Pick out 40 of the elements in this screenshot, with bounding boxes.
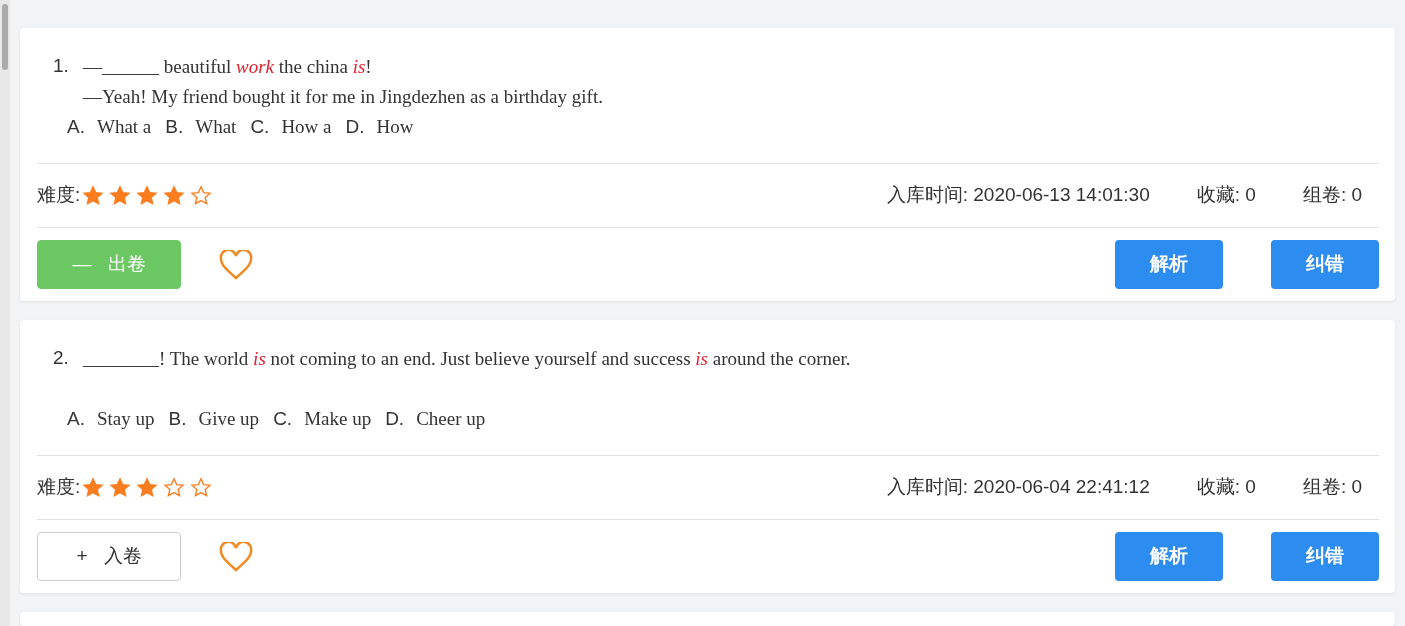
favorite-icon[interactable]	[219, 249, 253, 280]
difficulty-label: 难度:	[37, 183, 81, 208]
remove-from-paper-button[interactable]: — 出卷	[37, 240, 181, 289]
empty-star-icon	[163, 476, 186, 499]
star-icon	[82, 476, 105, 499]
question-number: 1.	[53, 54, 70, 78]
answer-option: C. How a	[250, 112, 332, 142]
answer-option: D. Cheer up	[385, 404, 486, 434]
question-text: ________! The world is not coming to an end. Just believe yourself and success is around the corner.	[83, 347, 851, 371]
answer-option: D. How	[345, 112, 414, 142]
added-time: 入库时间: 2020-06-13 14:01:30	[886, 183, 1150, 208]
favorite-icon[interactable]	[219, 541, 253, 572]
used-count: 组卷: 0	[1302, 183, 1362, 208]
added-time: 入库时间: 2020-06-04 22:41:12	[886, 475, 1150, 500]
answer-option: A. What a	[67, 112, 152, 142]
answer-option: B. Give up	[168, 404, 260, 434]
empty-star-icon	[190, 184, 213, 207]
star-icon	[109, 476, 132, 499]
answer-option: B. What	[165, 112, 237, 142]
star-icon	[136, 476, 159, 499]
used-count: 组卷: 0	[1302, 475, 1362, 500]
favorites-count: 收藏: 0	[1196, 183, 1256, 208]
analysis-button[interactable]: 解析	[1115, 532, 1223, 581]
report-error-button[interactable]: 纠错	[1271, 240, 1379, 289]
report-error-button[interactable]: 纠错	[1271, 532, 1379, 581]
difficulty-label: 难度:	[37, 475, 81, 500]
question-text: —Yeah! My friend bought it for me in Jingdezhen as a birthday gift.	[83, 85, 603, 109]
star-icon	[109, 184, 132, 207]
add-to-paper-button[interactable]: + 入卷	[37, 532, 181, 581]
favorites-count: 收藏: 0	[1196, 475, 1256, 500]
scrollbar[interactable]	[0, 0, 10, 626]
answer-option: C. Make up	[273, 404, 372, 434]
star-icon	[82, 184, 105, 207]
analysis-button[interactable]: 解析	[1115, 240, 1223, 289]
empty-star-icon	[190, 476, 213, 499]
question-number: 2.	[53, 346, 70, 370]
question-text: —______ beautiful work the china is!	[83, 55, 373, 79]
star-icon	[136, 184, 159, 207]
star-icon	[163, 184, 186, 207]
answer-option: A. Stay up	[67, 404, 155, 434]
